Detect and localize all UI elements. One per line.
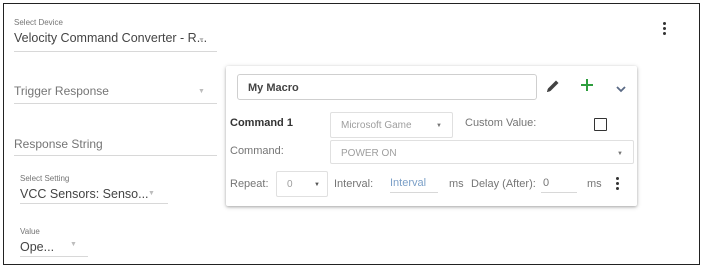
select-setting-dropdown[interactable]: Select Setting VCC Sensors: Senso... [20, 174, 149, 201]
select-setting-label: Select Setting [20, 174, 70, 183]
chevron-down-icon[interactable] [615, 81, 627, 99]
device-select[interactable]: Microsoft Game ▼ [330, 112, 453, 138]
select-setting-value: VCC Sensors: Senso... [20, 187, 149, 201]
add-plus-icon[interactable] [580, 78, 594, 97]
interval-input[interactable]: Interval [390, 177, 440, 189]
chevron-down-icon[interactable]: ▼ [198, 88, 205, 95]
select-device-dropdown[interactable]: Select Device Velocity Command Converter… [14, 18, 207, 45]
repeat-select[interactable]: 0 ▼ [276, 171, 328, 197]
select-device-label: Select Device [14, 18, 63, 27]
value-underline [20, 256, 88, 257]
delay-underline [541, 192, 577, 193]
value-dropdown[interactable]: Value Ope... [20, 227, 54, 254]
main-panel: Select Device Velocity Command Converter… [3, 3, 700, 265]
dropdown-arrow-icon: ▼ [617, 151, 623, 157]
command-select-value: POWER ON [341, 148, 397, 159]
more-menu-icon[interactable] [663, 22, 666, 35]
delay-label: Delay (After): [471, 178, 536, 190]
interval-underline [390, 192, 438, 193]
command-more-icon[interactable] [616, 177, 619, 190]
command-select[interactable]: POWER ON ▼ [330, 140, 634, 164]
chevron-down-icon[interactable]: ▼ [148, 190, 155, 197]
command-label: Command: [230, 145, 284, 157]
trigger-response-underline [14, 103, 217, 104]
response-string-underline [14, 155, 217, 156]
edit-pencil-icon[interactable] [545, 78, 561, 99]
delay-unit: ms [587, 178, 602, 190]
value-value: Ope... [20, 240, 55, 254]
trigger-response-label: Trigger Response [14, 84, 109, 98]
delay-input[interactable]: 0 [543, 177, 575, 189]
command-title: Command 1 [230, 117, 293, 129]
interval-label: Interval: [334, 178, 374, 190]
select-device-value: Velocity Command Converter - R... [14, 31, 208, 45]
chevron-down-icon[interactable]: ▼ [198, 37, 205, 44]
custom-value-label: Custom Value: [465, 117, 537, 129]
response-string-input[interactable]: Response String [14, 137, 103, 151]
custom-value-checkbox[interactable] [594, 118, 607, 131]
response-string-label: Response String [14, 137, 103, 151]
macro-card: My Macro Command 1 Microsoft Game ▼ Cust… [226, 66, 637, 206]
dropdown-arrow-icon: ▼ [436, 123, 442, 129]
value-label: Value [20, 227, 40, 236]
select-setting-underline [20, 203, 168, 204]
macro-name-input[interactable]: My Macro [237, 74, 537, 100]
repeat-label: Repeat: [230, 178, 269, 190]
repeat-select-value: 0 [287, 179, 293, 190]
trigger-response-dropdown[interactable]: Trigger Response [14, 84, 109, 98]
device-select-value: Microsoft Game [341, 120, 412, 131]
interval-unit: ms [449, 178, 464, 190]
dropdown-arrow-icon: ▼ [314, 182, 320, 188]
select-device-underline [14, 51, 217, 52]
chevron-down-icon[interactable]: ▼ [70, 241, 77, 248]
